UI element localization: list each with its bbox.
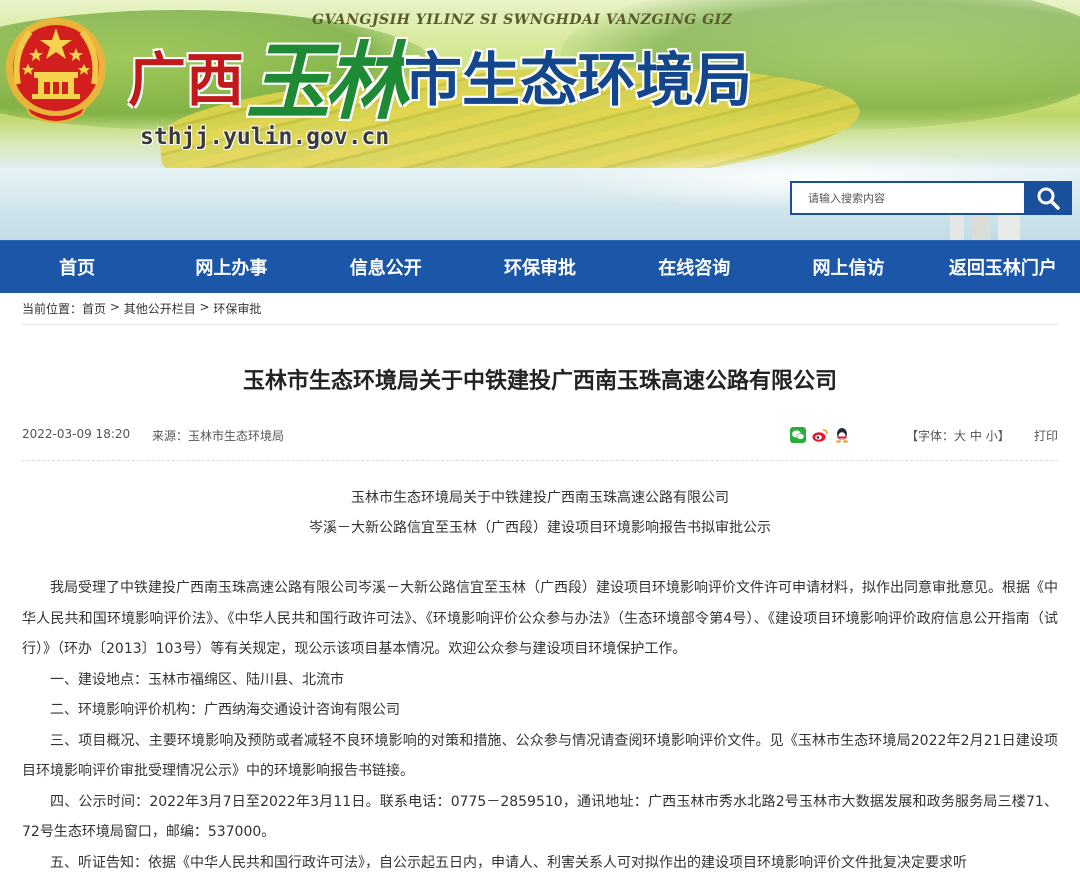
nav-eia-approval[interactable]: 环保审批 <box>463 241 617 293</box>
article-date: 2022-03-09 18:20 <box>22 427 131 441</box>
share-bar <box>790 427 850 443</box>
article-paragraph: 五、听证告知：依据《中华人民共和国行政许可法》，自公示起五日内，申请人、利害关系… <box>50 854 967 871</box>
breadcrumb-item-home[interactable]: 首页 <box>82 300 106 317</box>
breadcrumb-item-other-columns[interactable]: 其他公开栏目 <box>124 300 196 317</box>
nav-back-to-portal[interactable]: 返回玉林门户 <box>926 241 1080 293</box>
nav-home[interactable]: 首页 <box>0 241 154 293</box>
font-size-large[interactable]: 大 <box>954 429 966 443</box>
article-body: 我局受理了中铁建投广西南玉珠高速公路有限公司岑溪－大新公路信宜至玉林（广西段）建… <box>22 573 1058 878</box>
meta-divider <box>22 460 1058 461</box>
main-nav: 首页 网上办事 信息公开 环保审批 在线咨询 网上信访 返回玉林门户 <box>0 240 1080 293</box>
wechat-icon[interactable] <box>790 427 806 443</box>
print-button[interactable]: 打印 <box>1034 427 1058 444</box>
nav-online-services[interactable]: 网上办事 <box>154 241 308 293</box>
font-size-medium[interactable]: 中 <box>970 429 982 443</box>
site-title[interactable]: 广西 玉林 市生态环境局 <box>128 30 753 131</box>
search-button[interactable] <box>1024 181 1072 215</box>
breadcrumb-item-eia-approval[interactable]: 环保审批 <box>213 300 261 317</box>
article-paragraph: 三、项目概况、主要环境影响及预防或者减轻不良环境影响的对策和措施、公众参与情况请… <box>22 732 1058 780</box>
site-banner: GVANGJSIH YILINZ SI SWNGHDAI VANZGING GI… <box>0 0 1080 240</box>
font-size-prefix: 【字体： <box>906 429 955 443</box>
article-source: 来源：玉林市生态环境局 <box>152 429 285 443</box>
article-subtitle-line1: 玉林市生态环境局关于中铁建投广西南玉珠高速公路有限公司 <box>351 490 729 506</box>
article-paragraph: 二、环境影响评价机构：广西纳海交通设计咨询有限公司 <box>50 702 400 718</box>
breadcrumb-label: 当前位置： <box>22 302 83 316</box>
national-emblem-icon[interactable] <box>4 14 108 132</box>
site-domain: sthjj.yulin.gov.cn <box>140 124 390 150</box>
breadcrumb-divider <box>22 324 1058 325</box>
font-size-suffix: 】 <box>997 429 1010 443</box>
site-title-city: 玉林 <box>246 31 408 131</box>
font-size-switcher: 【字体：大 中 小】 <box>906 427 1010 444</box>
nav-online-petition[interactable]: 网上信访 <box>771 241 925 293</box>
article-paragraph: 一、建设地点：玉林市福绵区、陆川县、北流市 <box>50 671 344 688</box>
search-icon <box>1037 187 1060 210</box>
article-title: 玉林市生态环境局关于中铁建投广西南玉珠高速公路有限公司 <box>242 369 837 394</box>
article-subtitle-line2: 岑溪－大新公路信宜至玉林（广西段）建设项目环境影响报告书拟审批公示 <box>309 520 771 536</box>
font-size-small[interactable]: 小 <box>986 429 998 443</box>
article-meta: 2022-03-09 18:20 来源：玉林市生态环境局 【字体：大 中 小】 … <box>22 427 1058 445</box>
qq-icon[interactable] <box>834 427 850 443</box>
article-paragraph: 四、公示时间：2022年3月7日至2022年3月11日。联系电话：0775－28… <box>22 793 1058 841</box>
search-input[interactable] <box>790 181 1024 215</box>
nav-online-consult[interactable]: 在线咨询 <box>617 241 771 293</box>
site-title-region: 广西 <box>128 46 245 114</box>
article-paragraph: 我局受理了中铁建投广西南玉珠高速公路有限公司岑溪－大新公路信宜至玉林（广西段）建… <box>22 580 1058 657</box>
breadcrumb-separator: > <box>106 300 124 314</box>
breadcrumb-separator: > <box>195 300 214 314</box>
search-box <box>790 181 1072 215</box>
breadcrumb: 当前位置： 首页 > 其他公开栏目 > 环保审批 <box>22 300 261 317</box>
weibo-icon[interactable] <box>812 427 828 443</box>
site-title-bureau: 市生态环境局 <box>404 46 753 114</box>
nav-info-disclosure[interactable]: 信息公开 <box>309 241 463 293</box>
